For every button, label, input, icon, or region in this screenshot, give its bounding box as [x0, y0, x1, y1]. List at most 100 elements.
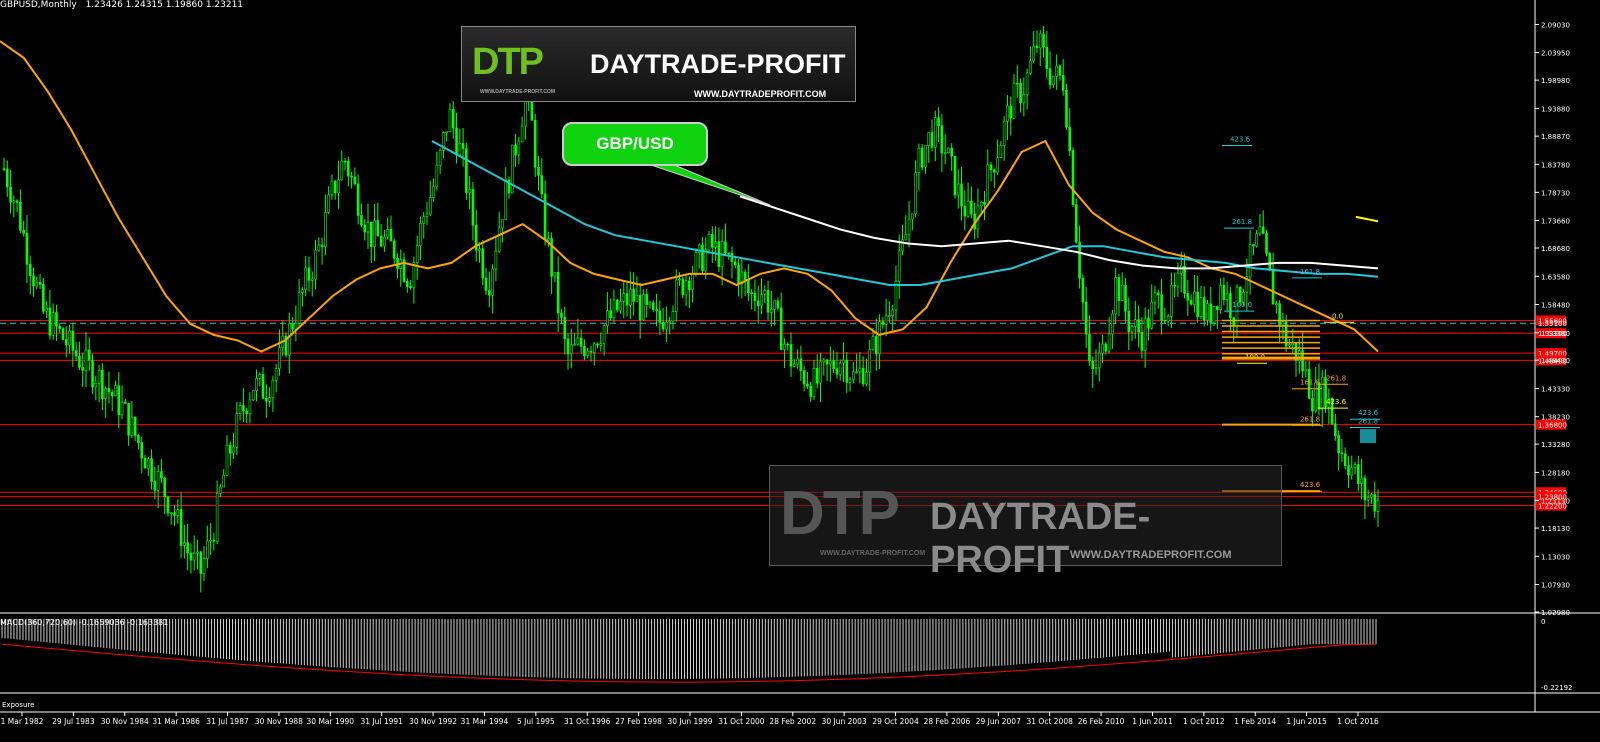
candle-body: [1107, 333, 1111, 352]
candle-body: [1350, 467, 1354, 476]
candle-body: [356, 183, 360, 216]
candle-body: [445, 131, 448, 134]
candle-body: [986, 164, 990, 205]
candle-body: [360, 215, 363, 226]
candle-body: [258, 374, 262, 379]
x-tick-label: 28 Feb 2002: [769, 717, 816, 726]
x-tick-label: 30 Mar 1990: [307, 717, 355, 726]
y-tick-label: 1.07930: [1541, 582, 1570, 590]
candle-body: [78, 355, 81, 368]
candle-body: [661, 321, 665, 330]
candle-body: [635, 295, 639, 302]
candle-body: [271, 379, 275, 398]
candle-body: [304, 267, 307, 291]
red-level-label: 1.36800: [1538, 422, 1567, 430]
candle-body: [766, 290, 770, 313]
candle-body: [802, 370, 806, 385]
candle-body: [1357, 464, 1360, 484]
candle-body: [366, 222, 370, 233]
candle-body: [609, 310, 612, 319]
fib-label: 261.8: [1300, 415, 1320, 423]
candle-body: [1015, 82, 1019, 85]
candle-body: [543, 193, 547, 241]
y-tick-label: 1.78730: [1541, 189, 1570, 197]
candle-body: [232, 446, 235, 454]
fib-label: 100.0: [1232, 301, 1252, 309]
candle-body: [419, 223, 422, 247]
candle-body: [1314, 382, 1317, 412]
candle-body: [343, 160, 347, 163]
candle-body: [274, 368, 278, 381]
candle-body: [297, 292, 301, 324]
candle-body: [733, 261, 737, 266]
candle-body: [884, 315, 888, 325]
candle-body: [924, 145, 927, 168]
candle-body: [520, 125, 524, 143]
candle-body: [806, 383, 809, 387]
candle-body: [432, 186, 435, 198]
candle-body: [1347, 465, 1350, 476]
candle-body: [169, 512, 173, 514]
candle-body: [461, 143, 465, 149]
candle-body: [488, 290, 491, 296]
candle-body: [943, 152, 947, 155]
candle-body: [533, 120, 537, 168]
candle-body: [537, 166, 540, 176]
candle-body: [770, 308, 773, 313]
x-tick-label: 1 Oct 2012: [1183, 717, 1225, 726]
candle-body: [369, 222, 373, 247]
candle-body: [383, 236, 386, 247]
candle-body: [12, 200, 16, 203]
candle-body: [1261, 226, 1265, 234]
candle-body: [448, 109, 452, 133]
candle-body: [491, 268, 494, 296]
candle-body: [19, 202, 22, 231]
ohlc-label: 1.23426 1.24315 1.19860 1.23211: [85, 0, 244, 10]
candle-body: [294, 323, 298, 330]
candle-body: [1252, 244, 1255, 247]
candle-body: [1166, 315, 1170, 322]
candle-body: [84, 349, 88, 371]
callout-tail: [647, 163, 771, 206]
candle-body: [1032, 45, 1035, 62]
candle-body: [337, 179, 340, 194]
candle-body: [1179, 265, 1183, 274]
fib-cyan-box: [1360, 429, 1376, 444]
candle-body: [1081, 277, 1085, 303]
candle-body: [612, 299, 616, 319]
ma-white-line: [739, 195, 1379, 270]
x-tick-label: 31 Oct 2000: [718, 717, 765, 726]
candle-body: [1340, 452, 1344, 455]
axes: [0, 0, 1600, 713]
candle-body: [573, 343, 576, 346]
candle-body: [1058, 65, 1062, 76]
candle-body: [1019, 82, 1022, 103]
x-tick-label: 1 Feb 2014: [1234, 717, 1276, 726]
fib-label: 261.8: [1358, 418, 1378, 426]
candle-body: [684, 280, 688, 296]
candle-body: [25, 233, 29, 265]
candle-body: [615, 299, 619, 311]
candle-body: [406, 280, 409, 287]
candle-body: [930, 132, 934, 148]
x-tick-label: 5 Jul 1995: [517, 717, 555, 726]
candle-body: [665, 321, 668, 330]
candle-body: [317, 244, 321, 251]
candle-body: [560, 312, 563, 318]
candle-body: [979, 201, 983, 207]
candle-body: [501, 219, 504, 229]
x-tick-label: 29 Jun 2007: [976, 717, 1021, 726]
x-tick-label: 31 Mar 1994: [461, 717, 509, 726]
candle-body: [265, 398, 268, 402]
candle-body: [881, 321, 885, 325]
watermark-url-small: WWW.DAYTRADE-PROFIT.COM: [820, 550, 926, 557]
candle-body: [825, 359, 829, 365]
candle-body: [1055, 65, 1058, 77]
candle-body: [179, 509, 183, 546]
candle-body: [156, 471, 160, 491]
candle-body: [920, 147, 924, 168]
watermark-mark: DTP: [780, 479, 900, 548]
candle-body: [1219, 285, 1222, 310]
candle-body: [35, 282, 39, 287]
candle-body: [373, 220, 376, 247]
